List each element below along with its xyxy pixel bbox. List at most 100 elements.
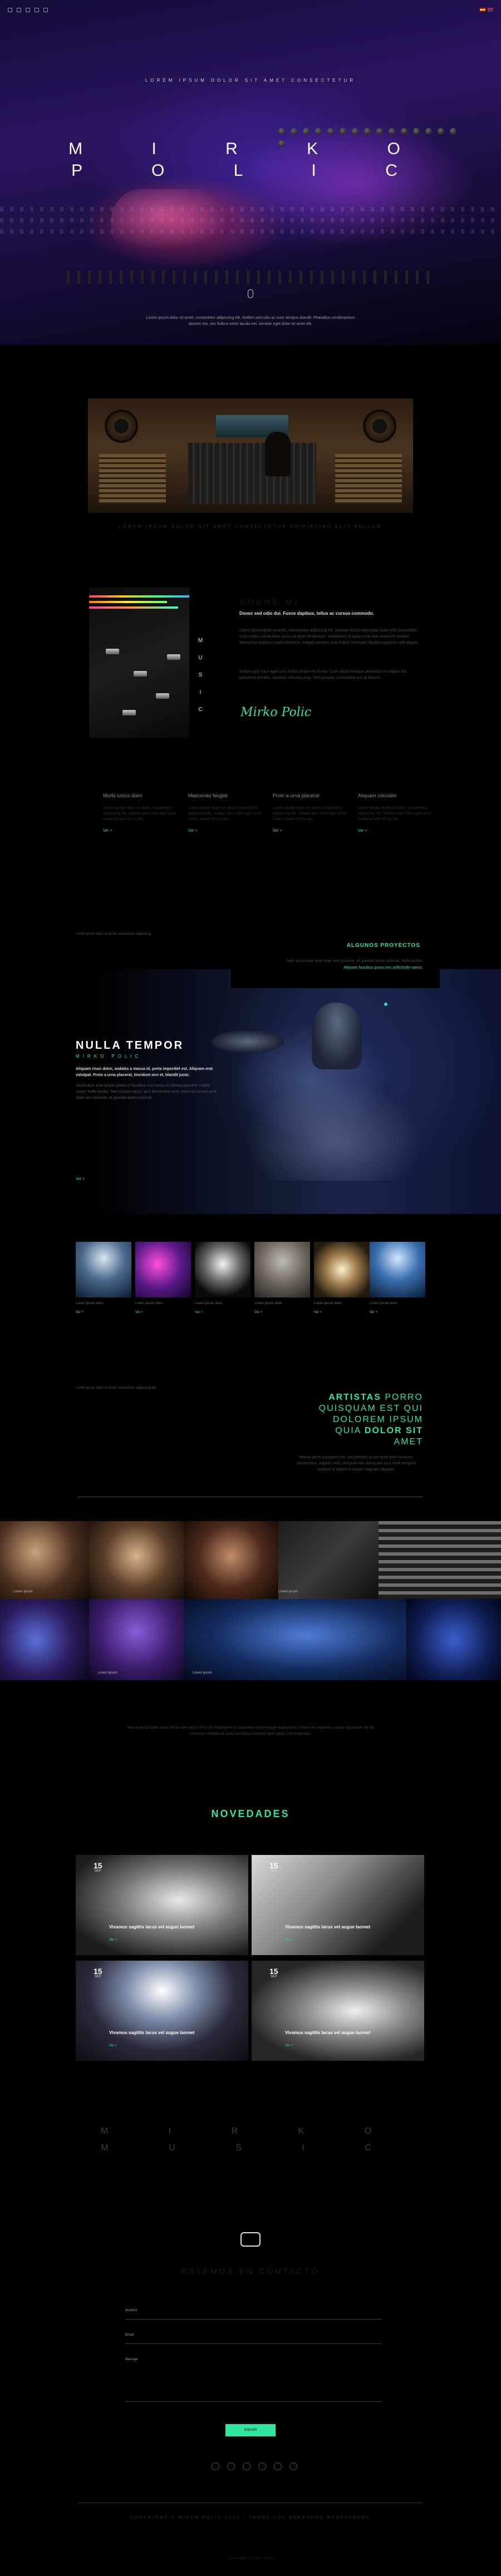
feature-more-link[interactable]: Ver +: [358, 829, 436, 833]
mosaic-text: Sed ut perspiciatis unde omnis iste natu…: [127, 1726, 374, 1736]
artists-paragraph: Neque porro quisquam est, qui dolorem ip…: [296, 1455, 416, 1472]
news-card[interactable]: 15 SEP Vivamus sagittis lacus vel augue …: [252, 1855, 424, 1955]
gallery-more-link[interactable]: Ver +: [135, 1311, 143, 1314]
gallery-more-link[interactable]: Ver +: [370, 1311, 377, 1314]
gallery-thumb[interactable]: [370, 1242, 425, 1297]
gallery-thumb-title: Lorem ipsum dolor: [314, 1302, 342, 1305]
feature-more-link[interactable]: Ver +: [188, 829, 266, 833]
footer-copyright: COPYRIGHT © MIRKO POLIC 2017 | TODOS LOS…: [130, 2516, 371, 2520]
about-paragraph: Lorem ipsum dolor sit amet, consectetur …: [239, 629, 419, 645]
mosaic-tile[interactable]: [184, 1599, 406, 1680]
stage-image: [0, 969, 501, 1214]
mosaic-tile[interactable]: [278, 1521, 379, 1599]
news-card-link[interactable]: Ver +: [109, 1938, 117, 1942]
mosaic-tile[interactable]: [184, 1521, 278, 1599]
social-links-bottom: [212, 2463, 297, 2470]
mixer-row: [0, 229, 501, 234]
spanish-flag-icon[interactable]: [480, 8, 485, 12]
gallery-thumb[interactable]: [195, 1242, 250, 1297]
news-day: 15: [94, 1967, 102, 1976]
email-field[interactable]: [125, 2343, 381, 2344]
footer-credit: Desarrollado por Lorem Ipsum: [228, 2557, 273, 2560]
contact-card-icon: [240, 2232, 261, 2247]
led-meter: [89, 606, 178, 609]
english-flag-icon[interactable]: [488, 8, 493, 12]
message-field[interactable]: [125, 2401, 381, 2402]
music-logo-line: M I R K O: [100, 2126, 401, 2136]
mosaic-tile[interactable]: [0, 1599, 89, 1680]
mosaic-tile[interactable]: [89, 1521, 184, 1599]
youtube-icon[interactable]: [258, 2463, 266, 2470]
equipment-rack: [335, 454, 402, 504]
speaker: [105, 409, 138, 443]
mosaic-tile[interactable]: [379, 1521, 501, 1599]
mixer-row: [0, 218, 501, 223]
feature-column: Maecenas feugiat Lorem ipsum dolor sit a…: [188, 792, 266, 833]
about-heading: SOBRE MI: [239, 598, 300, 606]
news-card-link[interactable]: Ver +: [285, 2044, 293, 2047]
gallery-thumb[interactable]: [76, 1242, 131, 1297]
youtube-icon[interactable]: [35, 8, 39, 12]
gallery-more-link[interactable]: Ver +: [76, 1311, 84, 1314]
hero-description: Lorem ipsum dolor sit amet, consectetur …: [146, 316, 355, 326]
news-date: 15 SEP: [269, 1967, 278, 1978]
soundcloud-icon[interactable]: [43, 8, 48, 12]
gallery-thumb[interactable]: [135, 1242, 191, 1297]
artists-title: ARTISTAS PORRO QUISQUAM EST QUI DOLOREM …: [256, 1392, 423, 1448]
news-card-link[interactable]: Ver +: [285, 1938, 293, 1942]
artists-title-strong: DOLOR SIT: [364, 1426, 423, 1435]
fader-cap: [106, 649, 119, 654]
mosaic-label: Lorem ipsum: [98, 1671, 117, 1675]
studio-image: [88, 398, 413, 513]
gallery-more-link[interactable]: Ver +: [195, 1311, 203, 1314]
gallery-thumb[interactable]: [314, 1242, 370, 1297]
mosaic-tile[interactable]: [0, 1521, 89, 1599]
news-card-title: Vivamus sagittis lacus vel augue laoreet: [109, 2030, 195, 2035]
language-flags: [480, 8, 493, 12]
feature-column: Aliquam convallis Lorem ipsum dolor sit …: [358, 792, 436, 833]
message-label: Mensaje: [125, 2358, 138, 2361]
email-label: Email: [125, 2333, 134, 2337]
gallery-more-link[interactable]: Ver +: [314, 1311, 322, 1314]
name-field[interactable]: [125, 2319, 381, 2320]
console: [188, 443, 316, 504]
send-button[interactable]: ENVIAR: [225, 2424, 276, 2436]
news-card-title: Vivamus sagittis lacus vel augue laoreet: [285, 2030, 371, 2035]
feature-more-link[interactable]: Ver +: [103, 829, 181, 833]
gallery-thumb-title: Lorem ipsum dolor: [195, 1302, 223, 1305]
google-plus-icon[interactable]: [227, 2463, 235, 2470]
facebook-icon[interactable]: [212, 2463, 219, 2470]
feature-more-link[interactable]: Ver +: [273, 829, 351, 833]
gallery-more-link[interactable]: Ver +: [254, 1311, 262, 1314]
about-vertical-word: M U S I C: [195, 638, 206, 713]
scroll-down-icon[interactable]: [248, 289, 253, 298]
feature-text: Lorem ipsum dolor sit amet, consectetur …: [273, 806, 346, 821]
news-month: SEP: [94, 1975, 101, 1978]
led-meter: [89, 595, 189, 598]
news-card[interactable]: 15 SEP Vivamus sagittis lacus vel augue …: [76, 1855, 248, 1955]
vertical-letter: M: [198, 638, 203, 644]
artists-title-part: AMET: [394, 1437, 423, 1447]
music-logo: M I R K O M U S I C: [0, 2123, 501, 2156]
stage-paragraph: Vestibulum ante ipsum primis in faucibus…: [76, 1084, 217, 1100]
mosaic-tile[interactable]: [89, 1599, 184, 1680]
news-card-link[interactable]: Ver +: [109, 2044, 117, 2047]
news-date: 15 SEP: [94, 1862, 102, 1873]
facebook-icon[interactable]: [8, 8, 12, 12]
fader-cap: [156, 693, 169, 699]
google-plus-icon[interactable]: [17, 8, 21, 12]
drummer-silhouette: [312, 1003, 362, 1069]
twitter-icon[interactable]: [26, 8, 30, 12]
news-card[interactable]: 15 SEP Vivamus sagittis lacus vel augue …: [252, 1961, 424, 2061]
soundcloud-icon[interactable]: [274, 2463, 282, 2470]
spotify-icon[interactable]: [289, 2463, 297, 2470]
news-card[interactable]: 15 SEP Vivamus sagittis lacus vel augue …: [76, 1961, 248, 2061]
name-label: Nombre: [125, 2309, 137, 2312]
projects-label: ALGUNOS PROYECTOS: [346, 942, 420, 949]
news-month: SEP: [270, 1869, 277, 1873]
twitter-icon[interactable]: [243, 2463, 250, 2470]
mosaic-tile[interactable]: [406, 1599, 501, 1680]
mosaic-label: Lorem ipsum: [193, 1671, 212, 1675]
stage-more-link[interactable]: Ver +: [76, 1177, 85, 1181]
gallery-thumb[interactable]: [254, 1242, 310, 1297]
